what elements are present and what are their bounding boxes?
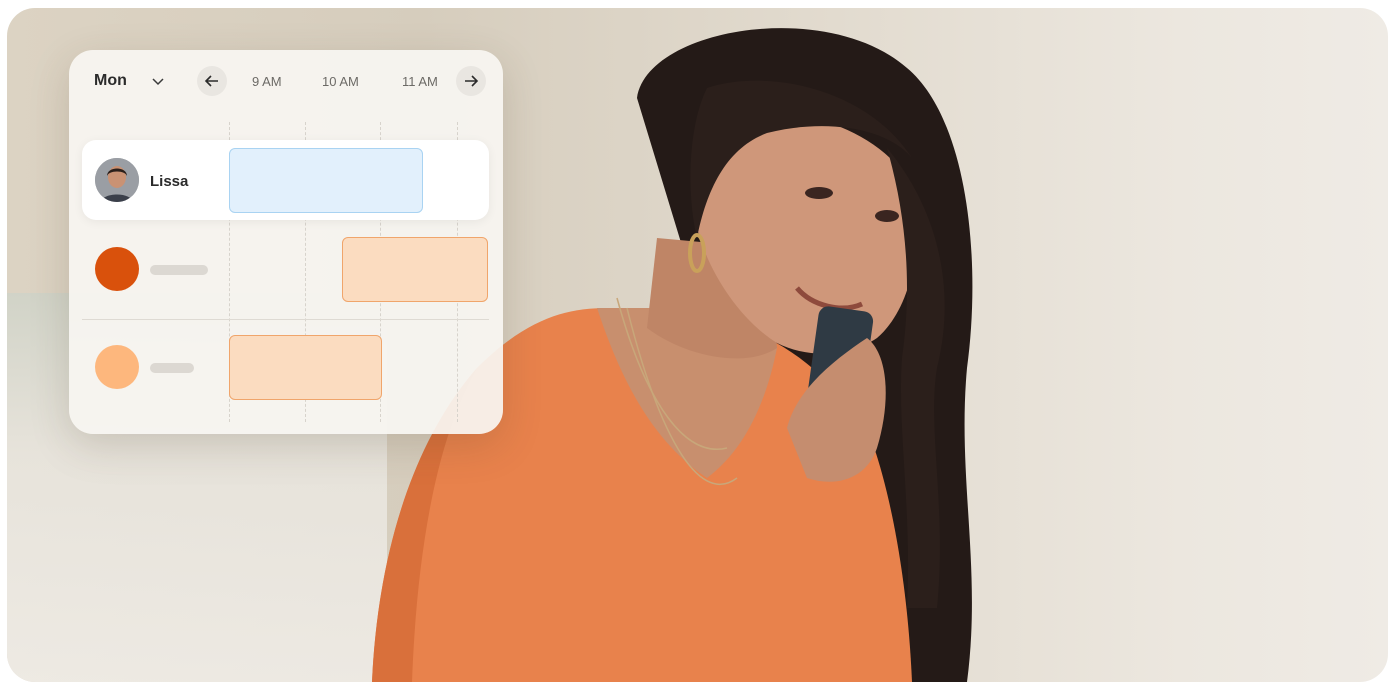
arrow-left-icon bbox=[204, 75, 218, 87]
time-label-11am: 11 AM bbox=[402, 74, 438, 89]
appointment-block-lissa[interactable] bbox=[229, 148, 423, 213]
avatar bbox=[95, 345, 139, 389]
next-button[interactable] bbox=[456, 66, 486, 96]
schedule-card: Mon 9 AM 10 AM 11 AM Lissa bbox=[69, 50, 503, 434]
avatar bbox=[95, 158, 139, 202]
person-avatar-icon bbox=[95, 158, 139, 202]
time-label-9am: 9 AM bbox=[252, 74, 282, 89]
row-name-lissa: Lissa bbox=[150, 173, 189, 190]
appointment-block[interactable] bbox=[229, 335, 382, 400]
avatar bbox=[95, 247, 139, 291]
time-label-10am: 10 AM bbox=[322, 74, 359, 89]
chevron-down-icon[interactable] bbox=[151, 74, 165, 88]
previous-button[interactable] bbox=[197, 66, 227, 96]
name-placeholder bbox=[150, 363, 194, 373]
name-placeholder bbox=[150, 265, 208, 275]
arrow-right-icon bbox=[465, 75, 479, 87]
row-divider bbox=[82, 319, 489, 320]
appointment-block[interactable] bbox=[342, 237, 488, 302]
day-selector-label[interactable]: Mon bbox=[94, 72, 127, 90]
